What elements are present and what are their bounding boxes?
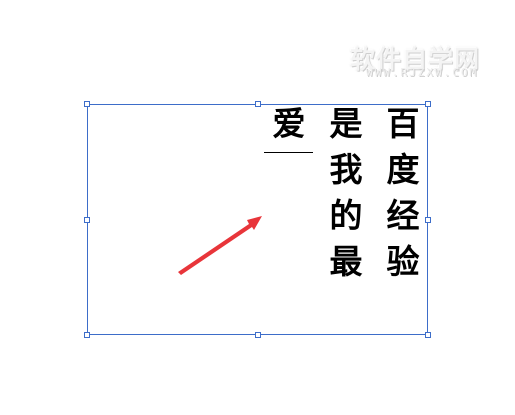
vertical-text-content[interactable]: 百度经验 是我的最 爱 bbox=[258, 106, 429, 306]
watermark: 软件自学网 WWW.RJZXW.COM bbox=[346, 40, 496, 82]
resize-handle-bottom-left[interactable] bbox=[84, 332, 90, 338]
text-cursor bbox=[264, 152, 313, 153]
red-arrow-icon bbox=[178, 216, 262, 275]
resize-handle-bottom-right[interactable] bbox=[425, 332, 431, 338]
resize-handle-bottom-middle[interactable] bbox=[255, 332, 261, 338]
resize-handle-top-left[interactable] bbox=[84, 101, 90, 107]
watermark-url: WWW.RJZXW.COM bbox=[366, 66, 479, 79]
resize-handle-middle-left[interactable] bbox=[84, 217, 90, 223]
